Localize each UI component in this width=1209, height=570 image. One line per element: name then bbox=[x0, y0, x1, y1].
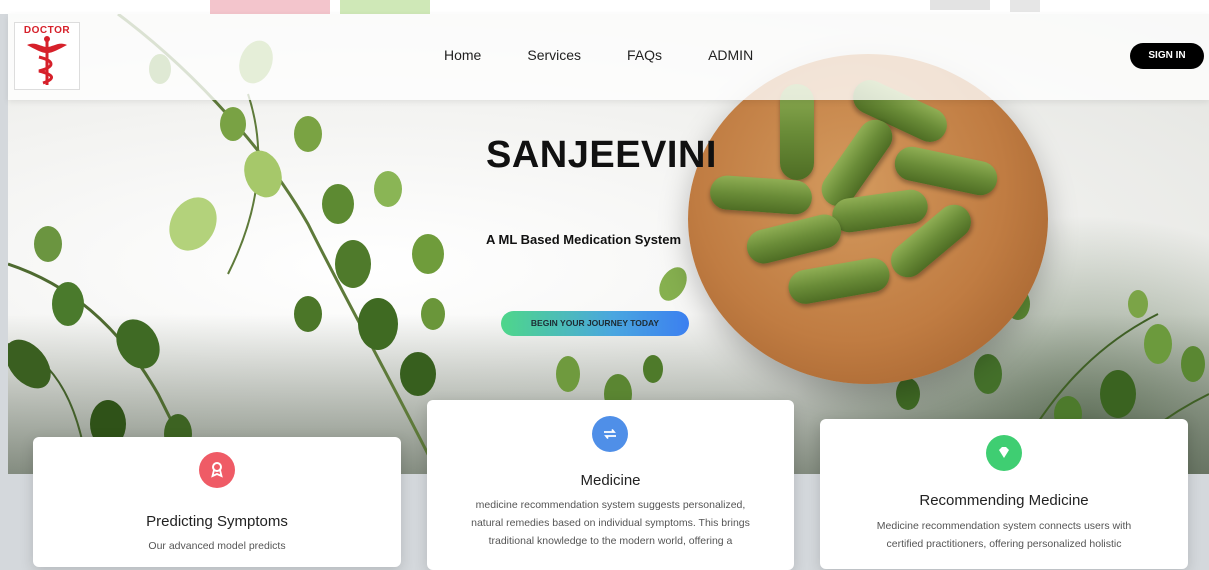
repeat-icon bbox=[592, 416, 628, 452]
nav-faqs[interactable]: FAQs bbox=[627, 47, 662, 63]
card-title: Predicting Symptoms bbox=[146, 513, 288, 530]
award-icon bbox=[199, 452, 235, 488]
wooden-board-image bbox=[688, 54, 1048, 384]
doctor-logo[interactable]: DOCTOR bbox=[14, 22, 80, 90]
card-description: medicine recommendation system suggests … bbox=[471, 499, 750, 547]
nav-services[interactable]: Services bbox=[527, 47, 581, 63]
card-medicine: Medicine medicine recommendation system … bbox=[427, 400, 794, 570]
card-description: Medicine recommendation system connects … bbox=[876, 520, 1132, 550]
top-decorative-strip bbox=[0, 0, 1209, 14]
begin-journey-button[interactable]: BEGIN YOUR JOURNEY TODAY bbox=[501, 311, 689, 336]
sign-in-button[interactable]: SIGN IN bbox=[1130, 43, 1204, 69]
caduceus-icon bbox=[27, 36, 67, 85]
gem-icon bbox=[986, 435, 1022, 471]
hero-subtitle: A ML Based Medication System bbox=[486, 232, 682, 247]
nav-admin[interactable]: ADMIN bbox=[708, 47, 753, 63]
hero-title: SANJEEVINI bbox=[486, 134, 717, 176]
card-description: Our advanced model predicts bbox=[148, 540, 286, 552]
card-title: Recommending Medicine bbox=[919, 492, 1089, 509]
nav-home[interactable]: Home bbox=[444, 47, 481, 63]
navbar: DOCTOR Home Services FAQs ADMIN SIGN IN bbox=[8, 14, 1209, 100]
card-recommending-medicine: Recommending Medicine Medicine recommend… bbox=[820, 419, 1188, 569]
main-nav: Home Services FAQs ADMIN bbox=[444, 47, 799, 63]
card-title: Medicine bbox=[580, 472, 641, 489]
card-predicting-symptoms: Predicting Symptoms Our advanced model p… bbox=[33, 437, 401, 567]
